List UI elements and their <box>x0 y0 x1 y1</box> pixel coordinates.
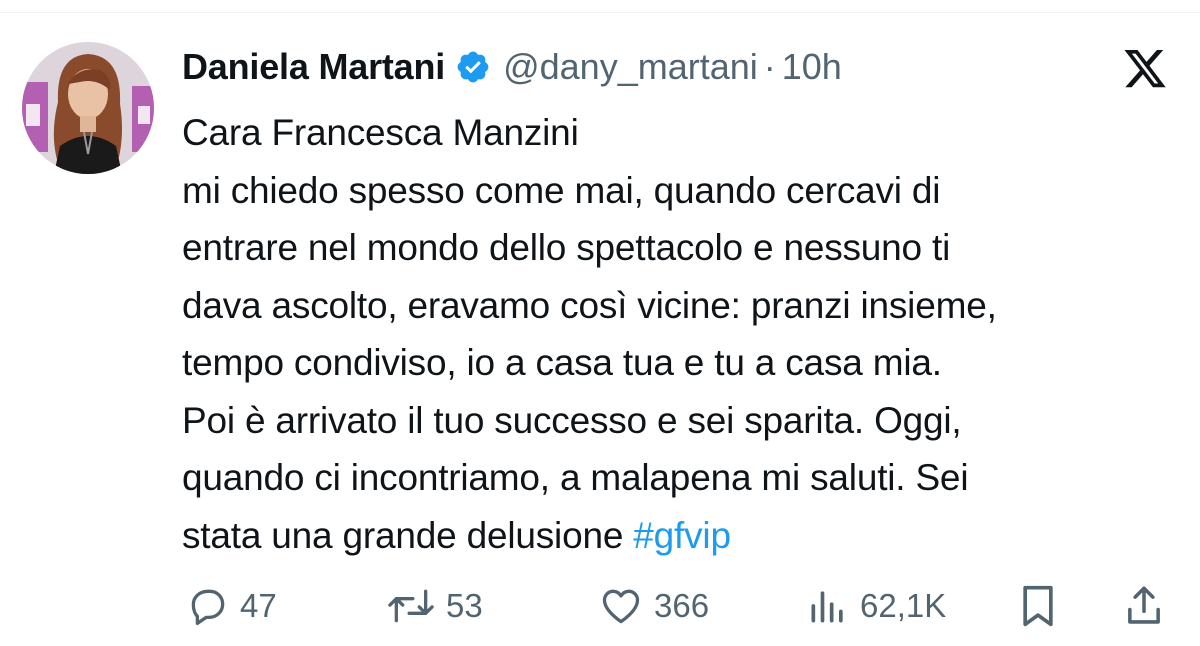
views-chart-icon <box>806 584 850 628</box>
tweet-header: Daniela Martani @dany_martani · 10h <box>182 40 842 94</box>
hashtag-link[interactable]: #gfvip <box>633 515 731 556</box>
timestamp[interactable]: 10h <box>782 46 842 88</box>
tweet-body: Cara Francesca Manzini mi chiedo spesso … <box>182 112 997 556</box>
author-handle[interactable]: @dany_martani <box>503 46 758 88</box>
x-logo-icon <box>1122 50 1168 92</box>
tweet-text: Cara Francesca Manzini mi chiedo spesso … <box>182 104 1182 564</box>
repost-icon <box>386 584 436 628</box>
repost-button[interactable]: 53 <box>386 580 483 632</box>
reply-icon <box>186 584 230 628</box>
separator-dot: · <box>763 46 776 87</box>
top-divider <box>0 0 1200 13</box>
share-button[interactable] <box>1122 580 1166 632</box>
like-count: 366 <box>654 587 710 624</box>
bookmark-button[interactable] <box>1016 580 1060 632</box>
author-display-name[interactable]: Daniela Martani <box>182 46 445 88</box>
verified-badge-icon <box>455 49 491 85</box>
like-button[interactable]: 366 <box>598 580 709 632</box>
views-button[interactable]: 62,1K <box>806 580 946 632</box>
heart-icon <box>598 584 644 628</box>
bookmark-icon <box>1016 582 1060 630</box>
reply-count: 47 <box>240 587 277 624</box>
action-bar: 47 53 366 62,1K <box>186 580 1166 632</box>
views-count: 62,1K <box>860 587 947 624</box>
repost-count: 53 <box>446 587 483 624</box>
avatar[interactable] <box>22 42 154 174</box>
reply-button[interactable]: 47 <box>186 580 277 632</box>
share-icon <box>1122 583 1166 629</box>
